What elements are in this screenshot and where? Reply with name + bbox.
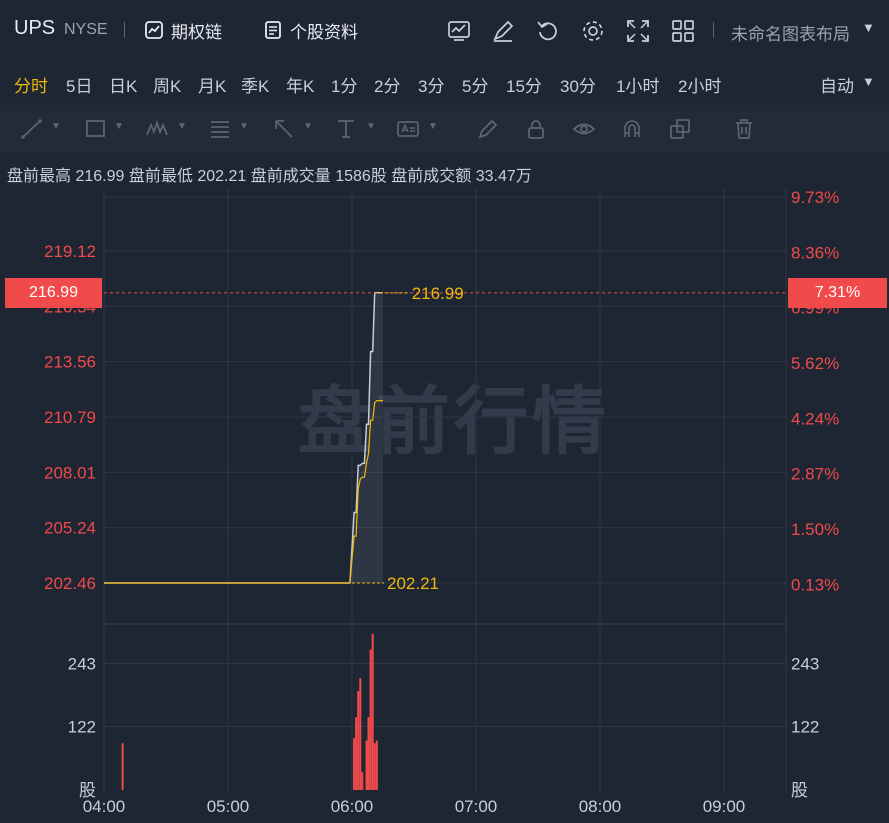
volume-tick-label-right: 243 xyxy=(791,655,819,674)
x-tick-label: 06:00 xyxy=(331,797,374,816)
y-tick-label-right: 8.36% xyxy=(791,243,839,262)
volume-tick-label-left: 243 xyxy=(68,655,96,674)
volume-bar xyxy=(371,633,374,790)
y-tick-label-right: 2.87% xyxy=(791,465,839,484)
x-tick-label: 07:00 xyxy=(455,797,498,816)
volume-bar xyxy=(375,740,378,790)
volume-tick-label-right: 122 xyxy=(791,717,819,736)
y-tick-label-right: 9.73% xyxy=(791,188,839,207)
volume-bar xyxy=(365,740,368,790)
y-tick-label-right: 1.50% xyxy=(791,520,839,539)
y-tick-label-left: 202.46 xyxy=(44,574,96,593)
low-marker-label: 202.21 xyxy=(387,574,439,593)
volume-bar xyxy=(369,649,372,790)
y-tick-label-right: 5.62% xyxy=(791,354,839,373)
volume-bar xyxy=(373,743,376,790)
y-tick-label-left: 205.24 xyxy=(44,519,96,538)
x-tick-label: 05:00 xyxy=(207,797,250,816)
y-tick-label-left: 208.01 xyxy=(44,463,96,482)
volume-bar xyxy=(367,717,370,790)
volume-unit-right: 股 xyxy=(791,781,808,800)
current-price-chip: 216.99 xyxy=(5,277,102,308)
x-tick-label: 09:00 xyxy=(703,797,746,816)
price-volume-chart[interactable]: 04:0005:0006:0007:0008:0009:00219.12216.… xyxy=(0,0,889,823)
y-tick-label-left: 210.79 xyxy=(44,408,96,427)
volume-bar xyxy=(353,737,356,790)
price-line xyxy=(104,292,383,584)
y-tick-label-right: 0.13% xyxy=(791,575,839,594)
y-tick-label-left: 219.12 xyxy=(44,242,96,261)
y-tick-label-left: 213.56 xyxy=(44,353,96,372)
average-price-line xyxy=(104,400,383,584)
price-area xyxy=(104,292,383,583)
volume-unit-left: 股 xyxy=(79,781,96,800)
volume-bar xyxy=(357,691,360,790)
y-tick-label-right: 4.24% xyxy=(791,409,839,428)
volume-bar xyxy=(355,717,358,790)
volume-bar xyxy=(121,743,124,790)
volume-tick-label-left: 122 xyxy=(68,717,96,736)
high-marker-label: 216.99 xyxy=(412,284,464,303)
x-tick-label: 08:00 xyxy=(579,797,622,816)
volume-bar xyxy=(359,678,362,790)
current-pct-chip: 7.31% xyxy=(788,277,887,308)
volume-bar xyxy=(361,771,364,790)
